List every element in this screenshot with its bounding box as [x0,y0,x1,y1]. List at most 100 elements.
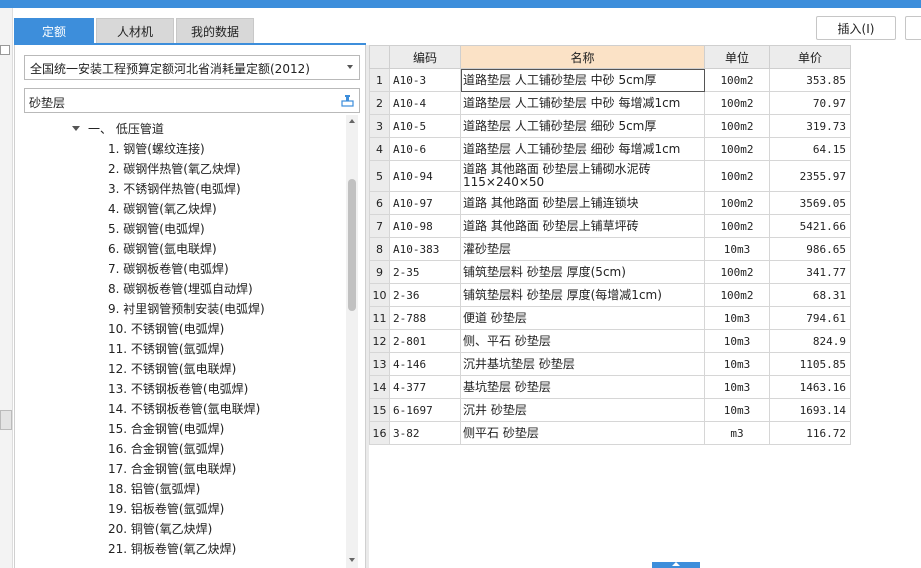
row-number: 6 [369,191,390,215]
row-number: 13 [369,352,390,376]
tab-quota[interactable]: 定额 [14,18,94,44]
cell-name: 道路 其他路面 砂垫层上铺连锁块 [460,191,705,215]
row-number: 5 [369,160,390,192]
row-number: 9 [369,260,390,284]
tree-item[interactable]: 14. 不锈钢板卷管(氩电联焊) [108,400,260,418]
header-code[interactable]: 编码 [389,45,461,69]
table-row[interactable]: 4 A10-6 道路垫层 人工铺砂垫层 细砂 每增减1cm 100m2 64.15 [369,137,851,161]
cell-price: 319.73 [769,114,851,138]
tree-node-root[interactable]: 一、 低压管道 [72,120,164,138]
table-row[interactable]: 11 2-788 便道 砂垫层 10m3 794.61 [369,306,851,330]
table-row[interactable]: 13 4-146 沉井基坑垫层 砂垫层 10m3 1105.85 [369,352,851,376]
tree-item[interactable]: 15. 合金钢管(电弧焊) [108,420,224,438]
table-row[interactable]: 16 3-82 侧平石 砂垫层 m3 116.72 [369,421,851,445]
tree-item[interactable]: 17. 合金钢管(氩电联焊) [108,460,236,478]
cell-name: 基坑垫层 砂垫层 [460,375,705,399]
table-row[interactable]: 12 2-801 侧、平石 砂垫层 10m3 824.9 [369,329,851,353]
cell-unit: 10m3 [704,237,770,261]
tree-item[interactable]: 21. 铜板卷管(氧乙炔焊) [108,540,236,558]
tree-node-label: 一、 低压管道 [88,122,164,136]
row-number: 4 [369,137,390,161]
cell-price: 794.61 [769,306,851,330]
cell-unit: 100m2 [704,214,770,238]
table-row[interactable]: 5 A10-94 道路 其他路面 砂垫层上铺砌水泥砖 115×240×50 100m2… [369,160,851,192]
expand-caret-icon[interactable] [72,126,80,131]
tree-item[interactable]: 20. 铜管(氧乙炔焊) [108,520,212,538]
cell-unit: 100m2 [704,114,770,138]
tree-item[interactable]: 13. 不锈钢板卷管(电弧焊) [108,380,248,398]
cell-code: A10-97 [389,191,461,215]
tree-item[interactable]: 16. 合金钢管(氩弧焊) [108,440,224,458]
scroll-down-icon[interactable] [349,558,355,562]
cell-unit: 100m2 [704,91,770,115]
tree-item[interactable]: 8. 碳钢板卷管(埋弧自动焊) [108,280,253,298]
header-price[interactable]: 单价 [769,45,851,69]
cell-code: A10-6 [389,137,461,161]
table-row[interactable]: 6 A10-97 道路 其他路面 砂垫层上铺连锁块 100m2 3569.05 [369,191,851,215]
cell-code: A10-5 [389,114,461,138]
stamp-icon[interactable] [341,94,354,107]
tree-item[interactable]: 11. 不锈钢管(氩弧焊) [108,340,224,358]
tree-item[interactable]: 6. 碳钢管(氩电联焊) [108,240,217,258]
cell-name: 便道 砂垫层 [460,306,705,330]
tree-item[interactable]: 2. 碳钢伴热管(氧乙炔焊) [108,160,241,178]
tree-item[interactable]: 9. 衬里钢管预制安装(电弧焊) [108,300,265,318]
tree-item[interactable]: 10. 不锈钢管(电弧焊) [108,320,224,338]
cell-code: 2-35 [389,260,461,284]
table-row[interactable]: 7 A10-98 道路 其他路面 砂垫层上铺草坪砖 100m2 5421.66 [369,214,851,238]
cell-price: 64.15 [769,137,851,161]
cell-unit: 100m2 [704,260,770,284]
table-row[interactable]: 2 A10-4 道路垫层 人工铺砂垫层 中砂 每增减1cm 100m2 70.97 [369,91,851,115]
scroll-up-icon[interactable] [349,119,355,123]
tab-labor-material-machine[interactable]: 人材机 [96,18,174,44]
table-row[interactable]: 10 2-36 铺筑垫层料 砂垫层 厚度(每增减1cm) 100m2 68.31 [369,283,851,307]
table-row[interactable]: 15 6-1697 沉井 砂垫层 10m3 1693.14 [369,398,851,422]
cell-price: 116.72 [769,421,851,445]
table-row[interactable]: 3 A10-5 道路垫层 人工铺砂垫层 细砂 5cm厚 100m2 319.73 [369,114,851,138]
cell-code: 2-801 [389,329,461,353]
cell-name: 铺筑垫层料 砂垫层 厚度(5cm) [460,260,705,284]
cell-price: 341.77 [769,260,851,284]
tree-item[interactable]: 5. 碳钢管(电弧焊) [108,220,205,238]
cell-price: 353.85 [769,68,851,92]
quota-table: 编码 名称 单位 单价 1 A10-3 道路垫层 人工铺砂垫层 中砂 5cm厚 100… [369,45,851,445]
tree-item[interactable]: 18. 铝管(氩弧焊) [108,480,200,498]
bottom-panel-toggle[interactable] [652,562,700,568]
cell-price: 1105.85 [769,352,851,376]
edge-tab[interactable] [0,410,12,430]
header-unit[interactable]: 单位 [704,45,770,69]
library-select[interactable]: 全国统一安装工程预算定额河北省消耗量定额(2012) [24,55,360,80]
cell-name: 侧、平石 砂垫层 [460,329,705,353]
tree-item[interactable]: 19. 铝板卷管(氩弧焊) [108,500,224,518]
cell-price: 1463.16 [769,375,851,399]
cell-price: 5421.66 [769,214,851,238]
cell-name: 道路 其他路面 砂垫层上铺砌水泥砖 115×240×50 [460,160,705,192]
tree-item[interactable]: 4. 碳钢管(氧乙炔焊) [108,200,217,218]
tree-scrollbar[interactable] [346,115,358,568]
tree-item[interactable]: 3. 不锈钢伴热管(电弧焊) [108,180,241,198]
header-name[interactable]: 名称 [460,45,705,69]
cell-unit: 10m3 [704,306,770,330]
search-input[interactable]: 砂垫层 [24,88,360,113]
table-row[interactable]: 9 2-35 铺筑垫层料 砂垫层 厚度(5cm) 100m2 341.77 [369,260,851,284]
left-edge-strip [0,8,13,568]
tree-item[interactable]: 12. 不锈钢管(氩电联焊) [108,360,236,378]
cell-name: 道路垫层 人工铺砂垫层 中砂 每增减1cm [460,91,705,115]
tab-my-data[interactable]: 我的数据 [176,18,254,44]
scrollbar-thumb[interactable] [348,179,356,311]
row-number: 14 [369,375,390,399]
table-row[interactable]: 14 4-377 基坑垫层 砂垫层 10m3 1463.16 [369,375,851,399]
tree-item[interactable]: 1. 钢管(螺纹连接) [108,140,205,158]
tree-item[interactable]: 7. 碳钢板卷管(电弧焊) [108,260,229,278]
cell-unit: 100m2 [704,137,770,161]
table-row[interactable]: 1 A10-3 道路垫层 人工铺砂垫层 中砂 5cm厚 100m2 353.85 [369,68,851,92]
cell-code: 3-82 [389,421,461,445]
insert-button[interactable]: 插入(I) [816,16,896,40]
header-index [369,45,390,69]
cell-name: 道路垫层 人工铺砂垫层 细砂 每增减1cm [460,137,705,161]
more-button[interactable] [905,16,921,40]
cell-unit: 100m2 [704,283,770,307]
edge-checkbox[interactable] [0,45,10,55]
cell-unit: 10m3 [704,398,770,422]
table-row[interactable]: 8 A10-383 灌砂垫层 10m3 986.65 [369,237,851,261]
